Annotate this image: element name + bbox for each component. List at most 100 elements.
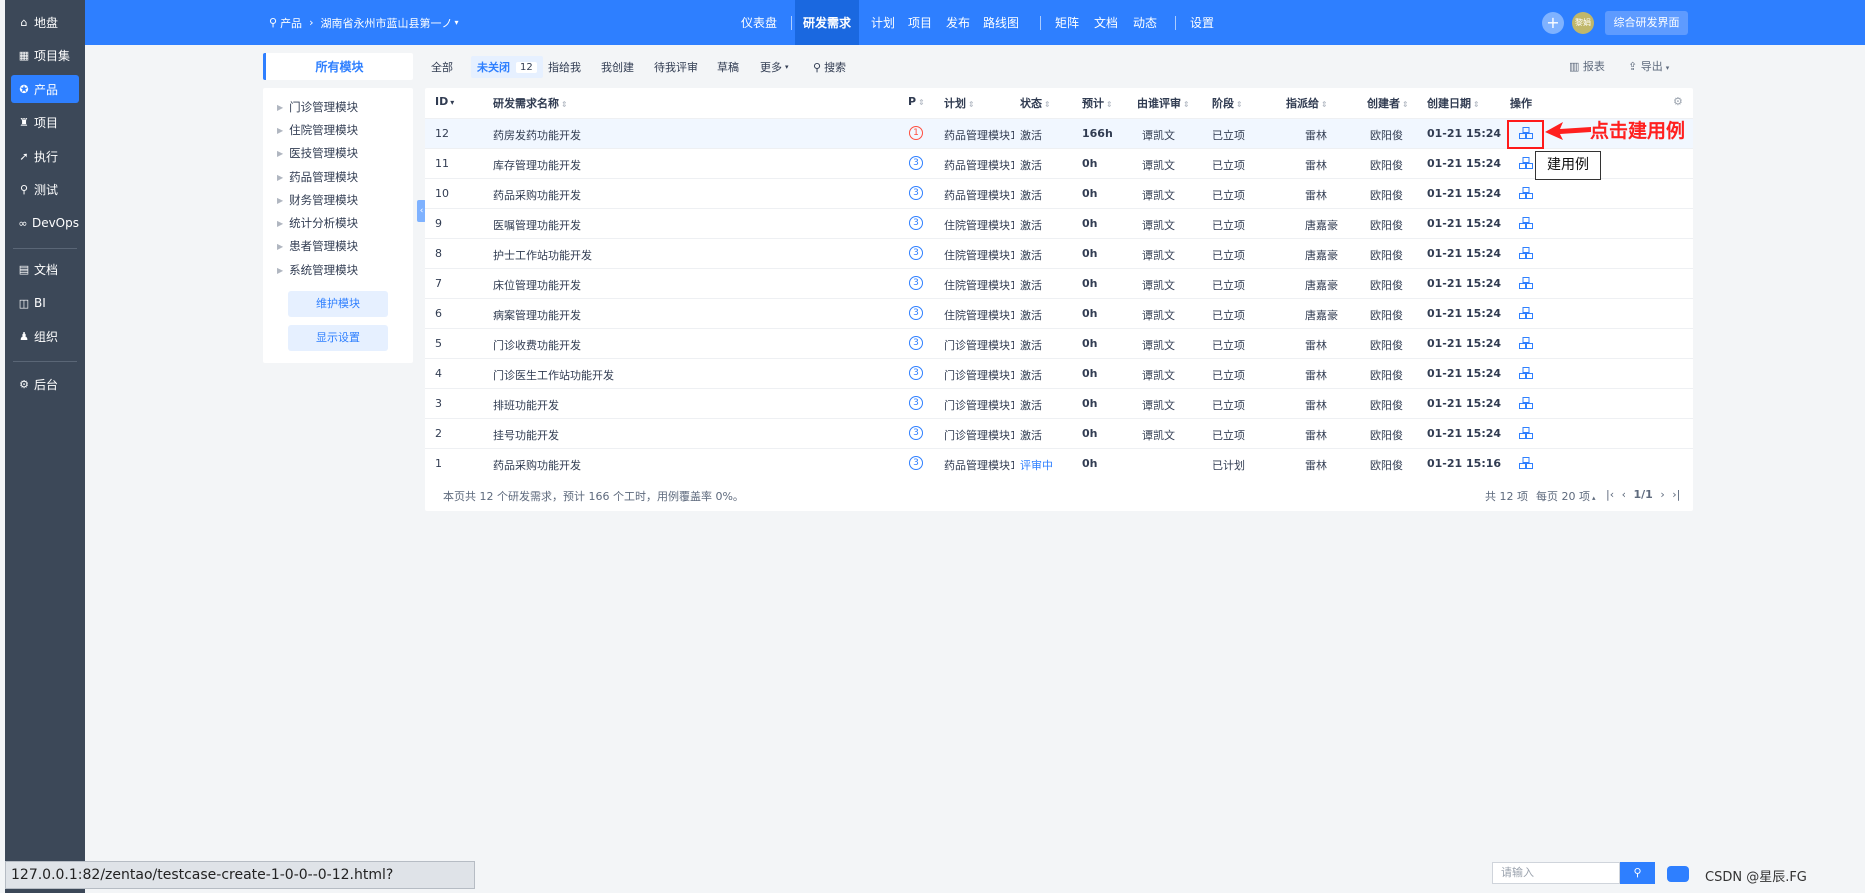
create-testcase-icon[interactable] [1519, 307, 1533, 319]
quick-add-button[interactable]: + [1542, 12, 1564, 34]
bottom-search-input[interactable]: 请输入 [1492, 862, 1620, 884]
filter-created-by-me[interactable]: 我创建 [601, 58, 634, 76]
next-page-icon[interactable]: › [1660, 488, 1664, 501]
create-testcase-icon[interactable] [1519, 217, 1533, 229]
sidebar-item-doc[interactable]: ▤ 文档 [11, 255, 79, 283]
page-size-select[interactable]: 每页 20 项 ▴ [1536, 488, 1596, 504]
export-button[interactable]: ⇪ 导出 ▾ [1628, 58, 1669, 74]
tab-matrix[interactable]: 矩阵 [1047, 0, 1087, 45]
col-header-date[interactable]: 创建日期 ⇕ [1427, 95, 1480, 111]
table-row[interactable]: 12 药房发药功能开发 药品管理模块1 激活 166h 谭凯文 已立项 雷林 欧阳俊 01-21 … [425, 118, 1693, 148]
switch-interface-button[interactable]: 综合研发界面 [1605, 11, 1688, 35]
cell-name[interactable]: 病案管理功能开发 [493, 307, 581, 323]
create-testcase-icon[interactable] [1519, 157, 1533, 169]
breadcrumb-root[interactable]: 产品 [280, 15, 302, 31]
tab-dashboard[interactable]: 仪表盘 [733, 0, 785, 45]
filter-all[interactable]: 全部 [431, 58, 453, 76]
create-testcase-icon[interactable] [1519, 397, 1533, 409]
tab-settings[interactable]: 设置 [1182, 0, 1222, 45]
col-header-reviewer[interactable]: 由谁评审 ⇕ [1137, 95, 1190, 111]
create-testcase-icon[interactable] [1519, 457, 1533, 469]
tab-stories[interactable]: 研发需求 [795, 0, 860, 45]
cell-name[interactable]: 护士工作站功能开发 [493, 247, 592, 263]
create-testcase-icon[interactable] [1519, 247, 1533, 259]
create-testcase-icon[interactable] [1519, 427, 1533, 439]
search-toggle[interactable]: ⚲ 搜索 [813, 58, 846, 76]
filter-draft[interactable]: 草稿 [717, 58, 739, 76]
cell-name[interactable]: 挂号功能开发 [493, 427, 559, 443]
module-item[interactable]: ▶ 患者管理模块 [277, 238, 358, 254]
sidebar-item-home[interactable]: ⌂ 地盘 [11, 8, 79, 36]
table-row[interactable]: 5 门诊收费功能开发 门诊管理模块1 激活 0h 谭凯文 已立项 雷林 欧阳俊 01-21 15:… [425, 328, 1693, 358]
tab-project[interactable]: 项目 [900, 0, 940, 45]
filter-more[interactable]: 更多 ▾ [760, 58, 789, 76]
cell-name[interactable]: 门诊收费功能开发 [493, 337, 581, 353]
create-testcase-icon[interactable] [1519, 277, 1533, 289]
col-header-plan[interactable]: 计划 ⇕ [944, 95, 975, 111]
tab-roadmap[interactable]: 路线图 [975, 0, 1027, 45]
col-header-status[interactable]: 状态 ⇕ [1020, 95, 1051, 111]
col-header-stage[interactable]: 阶段 ⇕ [1212, 95, 1243, 111]
sidebar-item-program[interactable]: ▦ 项目集 [11, 41, 79, 69]
cell-name[interactable]: 库存管理功能开发 [493, 157, 581, 173]
sidebar-item-org[interactable]: ♟ 组织 [11, 322, 79, 350]
col-header-estimate[interactable]: 预计 ⇕ [1082, 95, 1113, 111]
report-button[interactable]: ▥ 报表 [1569, 58, 1605, 74]
create-testcase-icon[interactable] [1519, 337, 1533, 349]
cell-name[interactable]: 药品采购功能开发 [493, 457, 581, 473]
bottom-search-button[interactable]: ⚲ [1620, 862, 1655, 884]
product-switcher[interactable]: 湖南省永州市蓝山县第一ノ [320, 15, 452, 31]
col-header-creator[interactable]: 创建者 ⇕ [1367, 95, 1409, 111]
cell-name[interactable]: 药品采购功能开发 [493, 187, 581, 203]
module-item[interactable]: ▶ 统计分析模块 [277, 215, 358, 231]
col-header-name[interactable]: 研发需求名称 ⇕ [493, 95, 568, 111]
table-row[interactable]: 10 药品采购功能开发 药品管理模块1 激活 0h 谭凯文 已立项 雷林 欧阳俊 01-21 15… [425, 178, 1693, 208]
create-testcase-icon[interactable] [1519, 367, 1533, 379]
module-item[interactable]: ▶ 医技管理模块 [277, 145, 358, 161]
table-row[interactable]: 8 护士工作站功能开发 住院管理模块1 激活 0h 谭凯文 已立项 唐嘉豪 欧阳俊 01-21 1… [425, 238, 1693, 268]
table-row[interactable]: 2 挂号功能开发 门诊管理模块1 激活 0h 谭凯文 已立项 雷林 欧阳俊 01-21 15:24… [425, 418, 1693, 448]
all-modules-tab[interactable]: 所有模块 [263, 53, 413, 80]
module-item[interactable]: ▶ 门诊管理模块 [277, 99, 358, 115]
filter-unclosed[interactable]: 未关闭 12 [471, 56, 543, 78]
table-row[interactable]: 3 排班功能开发 门诊管理模块1 激活 0h 谭凯文 已立项 雷林 欧阳俊 01-21 15:24… [425, 388, 1693, 418]
sidebar-item-execution[interactable]: ➚ 执行 [11, 142, 79, 170]
prev-page-icon[interactable]: ‹ [1622, 488, 1626, 501]
filter-review-by-me[interactable]: 待我评审 [654, 58, 698, 76]
table-row[interactable]: 1 药品采购功能开发 药品管理模块1 评审中 0h 已计划 雷林 欧阳俊 01-21 15:16… [425, 448, 1693, 478]
col-header-id[interactable]: ID ▾ [435, 95, 454, 108]
table-row[interactable]: 11 库存管理功能开发 药品管理模块1 激活 0h 谭凯文 已立项 雷林 欧阳俊 01-21 15… [425, 148, 1693, 178]
table-row[interactable]: 7 床位管理功能开发 住院管理模块1 激活 0h 谭凯文 已立项 唐嘉豪 欧阳俊 01-21 15… [425, 268, 1693, 298]
table-row[interactable]: 4 门诊医生工作站功能开发 门诊管理模块1 激活 0h 谭凯文 已立项 雷林 欧阳俊 01-21 … [425, 358, 1693, 388]
sidebar-item-admin[interactable]: ⚙ 后台 [11, 370, 79, 398]
cell-name[interactable]: 门诊医生工作站功能开发 [493, 367, 614, 383]
first-page-icon[interactable]: |‹ [1606, 488, 1614, 501]
create-testcase-icon[interactable] [1519, 187, 1533, 199]
tab-release[interactable]: 发布 [938, 0, 978, 45]
avatar[interactable]: 黎娟 [1572, 12, 1594, 34]
sidebar-item-test[interactable]: ⚲ 测试 [11, 175, 79, 203]
cell-name[interactable]: 医嘱管理功能开发 [493, 217, 581, 233]
table-row[interactable]: 9 医嘱管理功能开发 住院管理模块1 激活 0h 谭凯文 已立项 唐嘉豪 欧阳俊 01-21 15… [425, 208, 1693, 238]
last-page-icon[interactable]: ›| [1672, 488, 1680, 501]
display-settings-button[interactable]: 显示设置 [288, 325, 388, 351]
module-item[interactable]: ▶ 系统管理模块 [277, 262, 358, 278]
cell-name[interactable]: 床位管理功能开发 [493, 277, 581, 293]
cell-name[interactable]: 排班功能开发 [493, 397, 559, 413]
col-header-priority[interactable]: P ⇕ [908, 95, 925, 108]
column-settings-icon[interactable]: ⚙ [1673, 95, 1683, 108]
tab-doc[interactable]: 文档 [1086, 0, 1126, 45]
tab-dynamic[interactable]: 动态 [1125, 0, 1165, 45]
col-header-assign[interactable]: 指派给 ⇕ [1286, 95, 1328, 111]
module-item[interactable]: ▶ 财务管理模块 [277, 192, 358, 208]
sidebar-item-project[interactable]: ♜ 项目 [11, 108, 79, 136]
cell-name[interactable]: 药房发药功能开发 [493, 127, 581, 143]
filter-assigned-to-me[interactable]: 指给我 [548, 58, 581, 76]
sidebar-item-devops[interactable]: ∞ DevOps [11, 209, 79, 237]
maintain-module-button[interactable]: 维护模块 [288, 291, 388, 317]
sidebar-item-bi[interactable]: ◫ BI [11, 289, 79, 317]
module-item[interactable]: ▶ 药品管理模块 [277, 169, 358, 185]
module-item[interactable]: ▶ 住院管理模块 [277, 122, 358, 138]
sidebar-item-product[interactable]: ✪ 产品 [11, 75, 79, 103]
chat-icon[interactable] [1667, 866, 1689, 882]
